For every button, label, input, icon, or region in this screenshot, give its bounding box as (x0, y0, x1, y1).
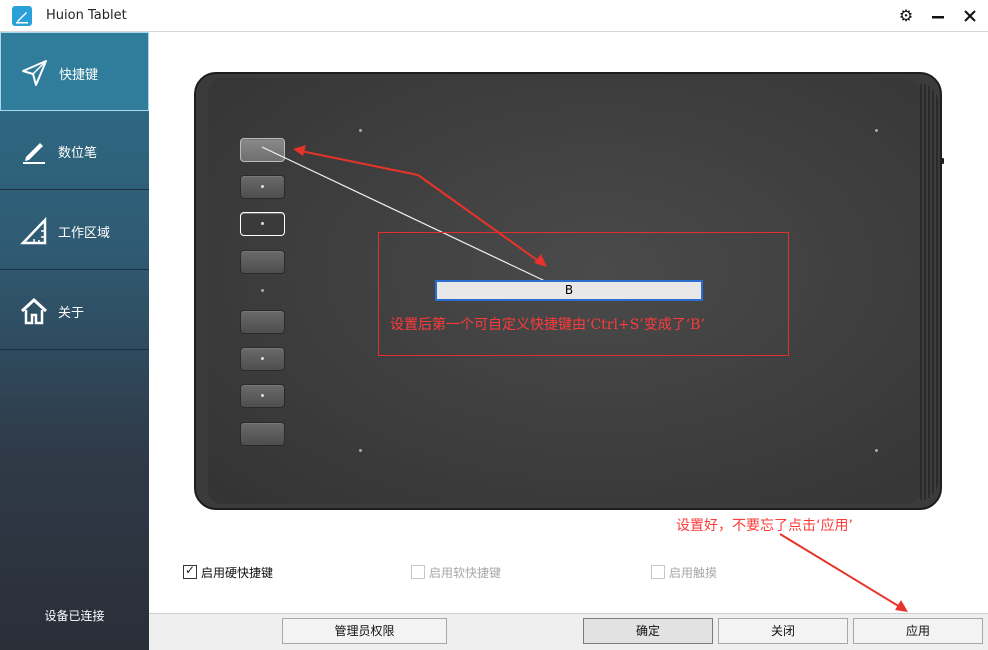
checkbox-label: 启用软快捷键 (429, 566, 502, 580)
checkbox-box[interactable]: ✓ (183, 563, 197, 579)
apply-hint-text: 设置好，不要忘了点击‘应用’ (676, 518, 853, 534)
arrow-head (293, 145, 306, 156)
checkbox-label: 启用硬快捷键 (201, 566, 274, 580)
ok-button[interactable]: 确定 (583, 618, 713, 644)
key-assignment-field[interactable]: B (435, 280, 703, 301)
checkbox-label: 启用触摸 (669, 566, 718, 580)
checkbox-box[interactable] (651, 565, 665, 579)
checkmark-icon: ✓ (185, 563, 196, 577)
apply-annotation-arrow (779, 533, 906, 611)
admin-button[interactable]: 管理员权限 (282, 618, 447, 644)
apply-button[interactable]: 应用 (853, 618, 983, 644)
checkbox-box[interactable] (411, 565, 425, 579)
close-button[interactable]: 关闭 (718, 618, 848, 644)
annotation-text: 设置后第一个可自定义快捷键由‘Ctrl+S’变成了‘B’ (390, 317, 705, 333)
